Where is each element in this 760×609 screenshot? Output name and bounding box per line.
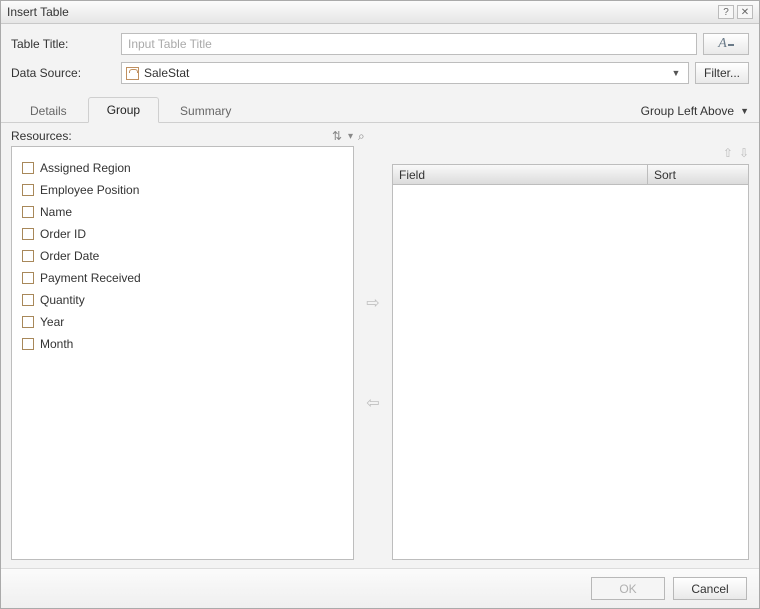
resources-header: Resources: ⇅ ▾ ⌕: [11, 129, 749, 143]
close-button[interactable]: ✕: [737, 5, 753, 19]
table-title-label: Table Title:: [11, 37, 121, 51]
move-up-icon[interactable]: ⇧: [723, 146, 733, 162]
add-arrow-right-icon[interactable]: ⇨: [366, 293, 379, 313]
right-wrap: ⇧ ⇩ Field Sort: [392, 146, 749, 560]
transfer-controls: ⇨ ⇦: [354, 146, 392, 560]
grid-header: Field Sort: [393, 165, 748, 185]
cancel-button[interactable]: Cancel: [673, 577, 747, 600]
checkbox-icon[interactable]: [22, 250, 34, 262]
remove-arrow-left-icon[interactable]: ⇦: [366, 393, 379, 413]
tab-group[interactable]: Group: [88, 97, 159, 123]
column-header-field[interactable]: Field: [393, 165, 648, 184]
tab-details[interactable]: Details: [11, 98, 86, 123]
resource-label: Order ID: [40, 227, 86, 241]
resource-label: Month: [40, 337, 73, 351]
resource-item[interactable]: Order Date: [22, 245, 343, 267]
resource-label: Payment Received: [40, 271, 141, 285]
resources-label: Resources:: [11, 129, 354, 143]
checkbox-icon[interactable]: [22, 338, 34, 350]
window-title: Insert Table: [7, 5, 715, 19]
resource-label: Year: [40, 315, 64, 329]
dataset-icon: [126, 67, 139, 80]
data-source-combo[interactable]: SaleStat ▼: [121, 62, 689, 84]
resource-item[interactable]: Employee Position: [22, 179, 343, 201]
resource-item[interactable]: Assigned Region: [22, 157, 343, 179]
panels: Assigned Region Employee Position Name O…: [11, 146, 749, 560]
sort-toggle-icon[interactable]: ⇅: [332, 129, 342, 143]
resources-list: Assigned Region Employee Position Name O…: [11, 146, 354, 560]
table-title-input[interactable]: [121, 33, 697, 55]
checkbox-icon[interactable]: [22, 162, 34, 174]
resource-item[interactable]: Quantity: [22, 289, 343, 311]
chevron-down-icon: ▼: [740, 106, 749, 116]
data-source-label: Data Source:: [11, 66, 121, 80]
resource-item[interactable]: Order ID: [22, 223, 343, 245]
help-button[interactable]: ?: [718, 5, 734, 19]
font-style-button[interactable]: A: [703, 33, 749, 55]
group-mode-label: Group Left Above: [641, 104, 734, 118]
resource-item[interactable]: Year: [22, 311, 343, 333]
filter-button[interactable]: Filter...: [695, 62, 749, 84]
checkbox-icon[interactable]: [22, 316, 34, 328]
footer: OK Cancel: [1, 568, 759, 608]
group-mode-dropdown[interactable]: Group Left Above ▼: [641, 104, 749, 122]
checkbox-icon[interactable]: [22, 294, 34, 306]
column-header-sort[interactable]: Sort: [648, 165, 748, 184]
reorder-controls: ⇧ ⇩: [392, 146, 749, 162]
data-source-value: SaleStat: [144, 66, 668, 80]
checkbox-icon[interactable]: [22, 206, 34, 218]
resource-item[interactable]: Payment Received: [22, 267, 343, 289]
content: Resources: ⇅ ▾ ⌕ Assigned Region Employe…: [1, 123, 759, 568]
form-area: Table Title: A Data Source: SaleStat ▼ F…: [1, 24, 759, 95]
font-icon: A: [718, 36, 727, 52]
insert-table-dialog: Insert Table ? ✕ Table Title: A Data Sou…: [0, 0, 760, 609]
resource-label: Quantity: [40, 293, 85, 307]
checkbox-icon[interactable]: [22, 184, 34, 196]
search-icon[interactable]: ⌕: [358, 129, 365, 144]
checkbox-icon[interactable]: [22, 272, 34, 284]
titlebar: Insert Table ? ✕: [1, 1, 759, 24]
data-source-row: Data Source: SaleStat ▼ Filter...: [11, 62, 749, 84]
resource-label: Employee Position: [40, 183, 139, 197]
resource-label: Order Date: [40, 249, 99, 263]
resource-label: Assigned Region: [40, 161, 131, 175]
ok-button[interactable]: OK: [591, 577, 665, 600]
checkbox-icon[interactable]: [22, 228, 34, 240]
resource-label: Name: [40, 205, 72, 219]
resource-item[interactable]: Month: [22, 333, 343, 355]
move-down-icon[interactable]: ⇩: [739, 146, 749, 162]
collapse-icon[interactable]: ▾: [348, 131, 353, 142]
resource-item[interactable]: Name: [22, 201, 343, 223]
tab-summary[interactable]: Summary: [161, 98, 250, 123]
table-title-row: Table Title: A: [11, 33, 749, 55]
tabs: Details Group Summary Group Left Above ▼: [1, 95, 759, 123]
selected-fields-grid: Field Sort: [392, 164, 749, 560]
chevron-down-icon: ▼: [668, 68, 684, 78]
